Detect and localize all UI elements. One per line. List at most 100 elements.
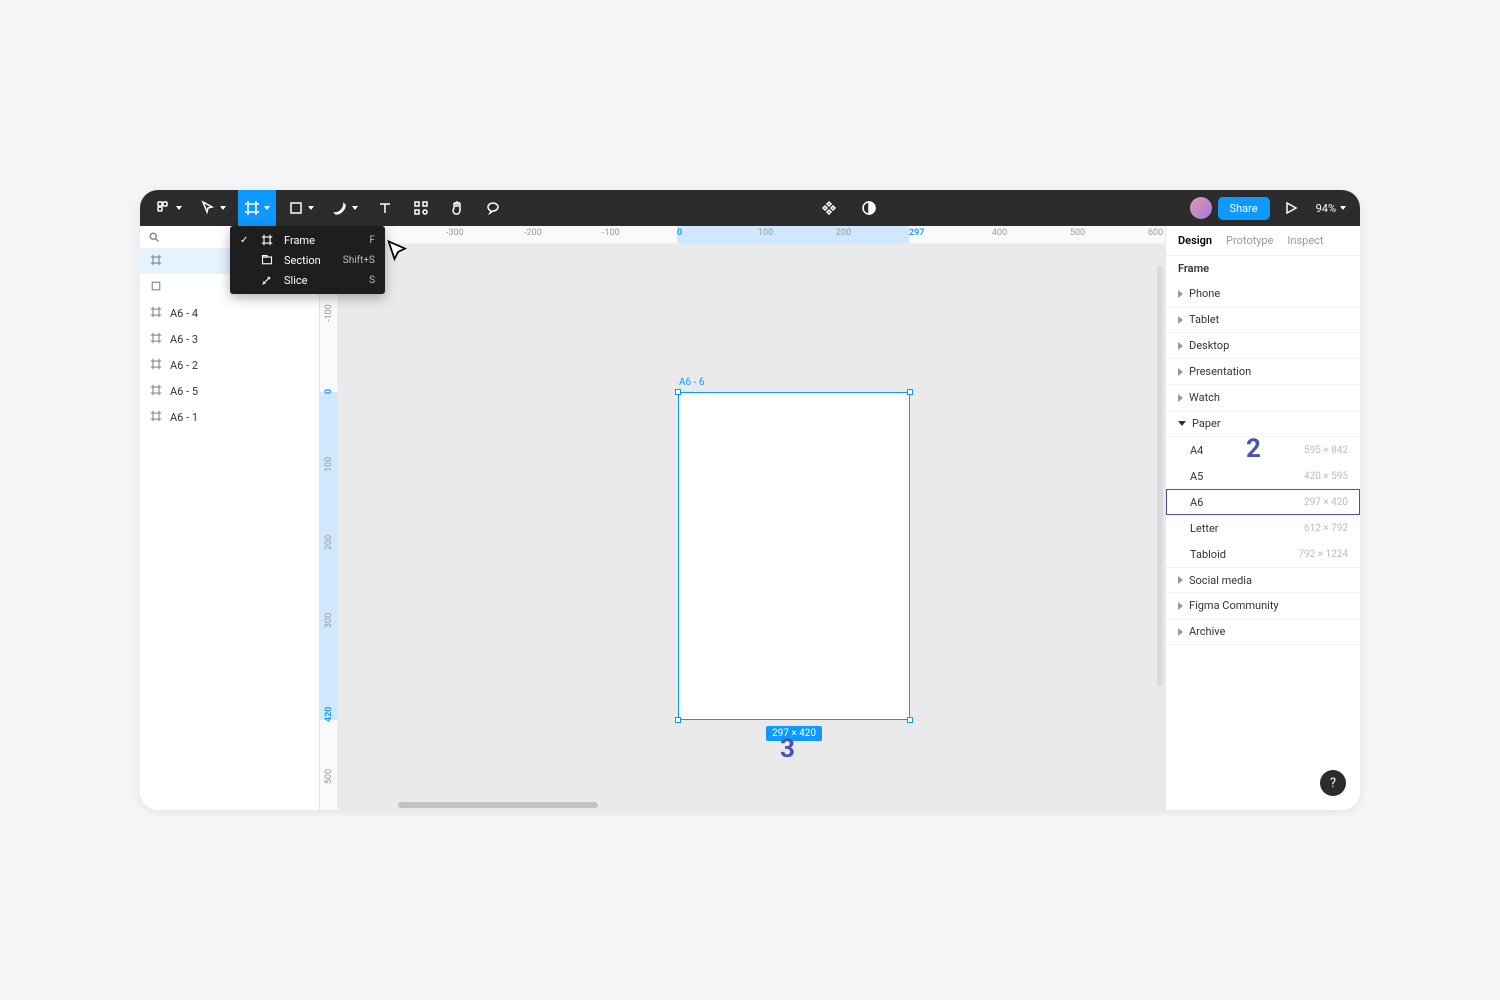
preset-category-community[interactable]: Figma Community <box>1166 593 1360 619</box>
dropdown-item-label: Frame <box>284 234 315 247</box>
shape-tool-button[interactable] <box>282 190 320 226</box>
top-toolbar: Share 94% <box>140 190 1360 226</box>
chevron-down-icon <box>308 206 314 210</box>
chevron-right-icon <box>1178 368 1183 376</box>
preset-size-a6[interactable]: A6297 × 420 <box>1166 489 1360 515</box>
layer-row[interactable]: A6 - 2 <box>140 352 319 378</box>
preset-category-watch[interactable]: Watch <box>1166 385 1360 411</box>
app-window: Share 94% ✓ Frame F Section Shift+S Slic… <box>140 190 1360 810</box>
canvas[interactable]: A6 - 6 297 × 420 1 3 <box>338 244 1165 810</box>
dropdown-item-section[interactable]: Section Shift+S <box>230 250 385 270</box>
chevron-right-icon <box>1178 628 1183 636</box>
help-button[interactable]: ? <box>1320 770 1346 796</box>
vertical-scrollbar[interactable] <box>1157 266 1163 686</box>
chevron-right-icon <box>1178 316 1183 324</box>
preset-category-tablet[interactable]: Tablet <box>1166 307 1360 333</box>
preset-size-letter[interactable]: Letter612 × 792 <box>1166 515 1360 541</box>
design-panel: Design Prototype Inspect Frame Phone Tab… <box>1165 226 1360 810</box>
comment-tool-button[interactable] <box>478 190 508 226</box>
check-icon: ✓ <box>240 235 250 246</box>
resize-handle[interactable] <box>907 717 913 723</box>
chevron-down-icon <box>1178 421 1186 426</box>
zoom-control[interactable]: 94% <box>1312 202 1350 215</box>
dropdown-item-shortcut: S <box>369 275 375 286</box>
resize-handle[interactable] <box>675 717 681 723</box>
preset-size-tabloid[interactable]: Tabloid792 × 1224 <box>1166 541 1360 567</box>
search-icon[interactable] <box>148 228 160 247</box>
dropdown-item-shortcut: Shift+S <box>343 255 375 266</box>
resources-button[interactable] <box>406 190 436 226</box>
present-button[interactable] <box>1276 190 1306 226</box>
layer-row[interactable]: A6 - 3 <box>140 326 319 352</box>
layer-row[interactable]: A6 - 5 <box>140 378 319 404</box>
move-tool-button[interactable] <box>194 190 232 226</box>
preset-category-phone[interactable]: Phone <box>1166 281 1360 307</box>
chevron-right-icon <box>1178 290 1183 298</box>
dropdown-item-label: Section <box>284 254 321 267</box>
resize-handle[interactable] <box>675 389 681 395</box>
preset-category-archive[interactable]: Archive <box>1166 619 1360 645</box>
frame-tool-dropdown: ✓ Frame F Section Shift+S Slice S <box>230 226 385 294</box>
frame-icon <box>150 280 162 295</box>
slice-icon <box>260 274 274 286</box>
tab-inspect[interactable]: Inspect <box>1287 234 1323 247</box>
share-button[interactable]: Share <box>1218 197 1270 220</box>
user-avatar[interactable] <box>1190 197 1212 219</box>
ruler-highlight <box>677 226 909 244</box>
chevron-right-icon <box>1178 394 1183 402</box>
panel-tabs: Design Prototype Inspect <box>1166 226 1360 256</box>
frame-tool-button[interactable] <box>238 190 276 226</box>
tab-design[interactable]: Design <box>1178 234 1212 247</box>
ruler-highlight <box>320 392 338 720</box>
chevron-right-icon <box>1178 342 1183 350</box>
figma-menu-button[interactable] <box>150 190 188 226</box>
layer-label: A6 - 1 <box>170 411 198 424</box>
chevron-down-icon <box>176 206 182 210</box>
dropdown-item-label: Slice <box>284 274 307 287</box>
selected-frame[interactable]: A6 - 6 297 × 420 <box>678 392 910 720</box>
layer-label: A6 - 5 <box>170 385 198 398</box>
preset-size-a4[interactable]: A4595 × 842 <box>1166 437 1360 463</box>
layers-panel: A6 - 4 A6 - 3 A6 - 2 A6 - 5 A6 - 1 <box>140 226 320 810</box>
frame-icon <box>260 234 274 246</box>
ruler-horizontal: -400 -300 -200 -100 0 100 200 297 400 50… <box>338 226 1165 244</box>
text-tool-button[interactable] <box>370 190 400 226</box>
chevron-right-icon <box>1178 576 1183 584</box>
section-title: Frame <box>1166 256 1360 281</box>
annotation-2: 2 <box>1246 434 1261 464</box>
dropdown-item-slice[interactable]: Slice S <box>230 270 385 290</box>
horizontal-scrollbar[interactable] <box>398 802 598 808</box>
preset-category-desktop[interactable]: Desktop <box>1166 333 1360 359</box>
chevron-down-icon <box>264 206 270 210</box>
resize-handle[interactable] <box>907 389 913 395</box>
cursor-icon <box>384 238 412 270</box>
annotation-3: 3 <box>780 734 795 764</box>
frame-label: A6 - 6 <box>679 377 705 388</box>
contrast-icon[interactable] <box>854 190 884 226</box>
dropdown-item-frame[interactable]: ✓ Frame F <box>230 230 385 250</box>
chevron-down-icon <box>352 206 358 210</box>
components-icon[interactable] <box>814 190 844 226</box>
preset-category-social[interactable]: Social media <box>1166 567 1360 593</box>
dropdown-item-shortcut: F <box>369 235 375 246</box>
chevron-down-icon <box>220 206 226 210</box>
hand-tool-button[interactable] <box>442 190 472 226</box>
tab-prototype[interactable]: Prototype <box>1226 234 1273 247</box>
ruler-vertical: -100 0 100 200 300 420 500 <box>320 244 338 810</box>
frame-icon <box>150 410 162 425</box>
layer-row[interactable]: A6 - 4 <box>140 300 319 326</box>
section-icon <box>260 254 274 266</box>
frame-icon <box>150 358 162 373</box>
preset-category-paper[interactable]: Paper <box>1166 411 1360 437</box>
chevron-right-icon <box>1178 602 1183 610</box>
preset-size-a5[interactable]: A5420 × 595 <box>1166 463 1360 489</box>
canvas-area[interactable]: -400 -300 -200 -100 0 100 200 297 400 50… <box>320 226 1165 810</box>
layer-label: A6 - 2 <box>170 359 198 372</box>
layer-label: A6 - 3 <box>170 333 198 346</box>
preset-category-presentation[interactable]: Presentation <box>1166 359 1360 385</box>
pen-tool-button[interactable] <box>326 190 364 226</box>
layer-label: A6 - 4 <box>170 307 198 320</box>
frame-icon <box>150 254 162 269</box>
frame-icon <box>150 306 162 321</box>
layer-row[interactable]: A6 - 1 <box>140 404 319 430</box>
